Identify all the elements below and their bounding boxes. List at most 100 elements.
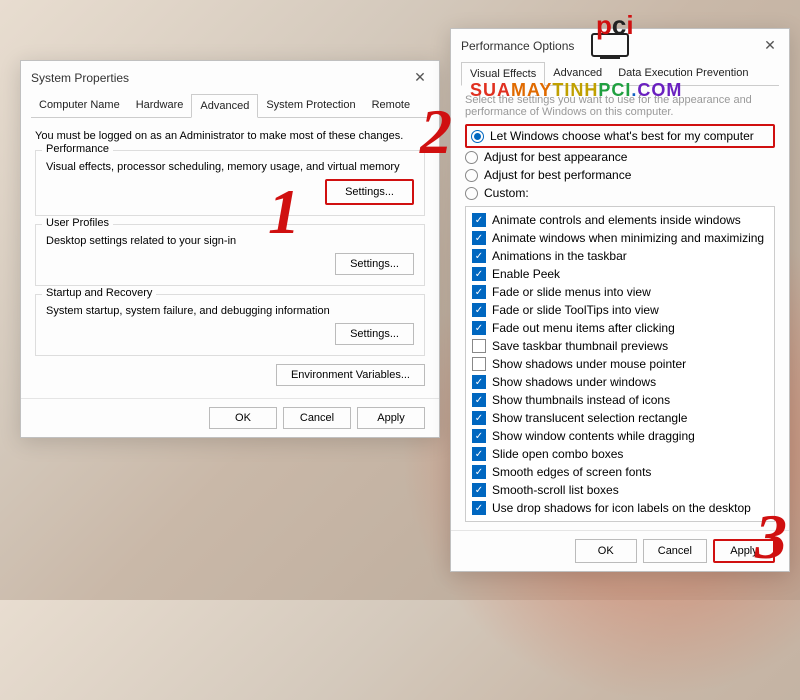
check-label: Show thumbnails instead of icons	[492, 393, 670, 407]
perfopts-button-row: OK Cancel Apply	[451, 530, 789, 571]
checkbox-icon	[472, 411, 486, 425]
check-label: Show window contents while dragging	[492, 429, 695, 443]
check-item[interactable]: Fade or slide ToolTips into view	[472, 301, 768, 319]
radio-custom[interactable]: Custom:	[465, 184, 775, 202]
startup-group: Startup and Recovery System startup, sys…	[35, 294, 425, 356]
performance-settings-button[interactable]: Settings...	[325, 179, 414, 205]
perfopts-content: Select the settings you want to use for …	[451, 86, 789, 530]
check-item[interactable]: Smooth-scroll list boxes	[472, 481, 768, 499]
user-profiles-settings-button[interactable]: Settings...	[335, 253, 414, 275]
close-icon[interactable]: ✕	[761, 37, 779, 54]
check-item[interactable]: Animate controls and elements inside win…	[472, 211, 768, 229]
radio-label: Custom:	[484, 186, 529, 200]
user-profiles-group: User Profiles Desktop settings related t…	[35, 224, 425, 286]
check-label: Fade out menu items after clicking	[492, 321, 675, 335]
startup-legend: Startup and Recovery	[42, 287, 156, 299]
check-item[interactable]: Slide open combo boxes	[472, 445, 768, 463]
tab-computer-name[interactable]: Computer Name	[31, 94, 128, 117]
check-item[interactable]: Show translucent selection rectangle	[472, 409, 768, 427]
check-label: Animate controls and elements inside win…	[492, 213, 741, 227]
check-item[interactable]: Enable Peek	[472, 265, 768, 283]
sysprops-button-row: OK Cancel Apply	[21, 398, 439, 437]
check-item[interactable]: Show shadows under mouse pointer	[472, 355, 768, 373]
check-label: Use drop shadows for icon labels on the …	[492, 501, 751, 515]
check-item[interactable]: Smooth edges of screen fonts	[472, 463, 768, 481]
check-item[interactable]: Fade out menu items after clicking	[472, 319, 768, 337]
checkbox-icon	[472, 447, 486, 461]
perfopts-cancel-button[interactable]: Cancel	[643, 539, 707, 563]
step-2-annotation: 2	[420, 95, 452, 169]
startup-desc: System startup, system failure, and debu…	[46, 305, 414, 317]
sysprops-content: You must be logged on as an Administrato…	[21, 118, 439, 398]
performance-group: Performance Visual effects, processor sc…	[35, 150, 425, 216]
radio-label: Let Windows choose what's best for my co…	[490, 129, 754, 143]
radio-icon	[471, 130, 484, 143]
radio-let-windows-choose[interactable]: Let Windows choose what's best for my co…	[465, 124, 775, 148]
perfopts-ok-button[interactable]: OK	[575, 539, 637, 563]
checkbox-icon	[472, 267, 486, 281]
checkbox-icon	[472, 375, 486, 389]
pci-logo: pci	[580, 10, 640, 63]
system-properties-window: System Properties ✕ Computer Name Hardwa…	[20, 60, 440, 438]
sysprops-titlebar: System Properties ✕	[21, 61, 439, 94]
sysprops-apply-button[interactable]: Apply	[357, 407, 425, 429]
check-label: Save taskbar thumbnail previews	[492, 339, 668, 353]
admin-note: You must be logged on as an Administrato…	[35, 130, 425, 142]
tab-advanced[interactable]: Advanced	[191, 94, 258, 118]
performance-desc: Visual effects, processor scheduling, me…	[46, 161, 414, 173]
watermark-url: SUAMAYTINHPCI.COM	[470, 80, 682, 101]
radio-label: Adjust for best performance	[484, 168, 631, 182]
checkbox-icon	[472, 429, 486, 443]
step-3-annotation: 3	[755, 500, 787, 574]
checkbox-icon	[472, 339, 486, 353]
tab-system-protection[interactable]: System Protection	[258, 94, 363, 117]
visual-effects-list: Animate controls and elements inside win…	[465, 206, 775, 522]
check-label: Fade or slide ToolTips into view	[492, 303, 659, 317]
check-label: Animate windows when minimizing and maxi…	[492, 231, 764, 245]
env-vars-button[interactable]: Environment Variables...	[276, 364, 425, 386]
radio-label: Adjust for best appearance	[484, 150, 627, 164]
sysprops-tabs: Computer Name Hardware Advanced System P…	[31, 94, 429, 118]
tab-remote[interactable]: Remote	[364, 94, 419, 117]
check-item[interactable]: Animations in the taskbar	[472, 247, 768, 265]
checkbox-icon	[472, 285, 486, 299]
startup-settings-button[interactable]: Settings...	[335, 323, 414, 345]
radio-icon	[465, 169, 478, 182]
check-item[interactable]: Show shadows under windows	[472, 373, 768, 391]
check-label: Show shadows under mouse pointer	[492, 357, 686, 371]
checkbox-icon	[472, 357, 486, 371]
check-item[interactable]: Show thumbnails instead of icons	[472, 391, 768, 409]
check-label: Fade or slide menus into view	[492, 285, 651, 299]
close-icon[interactable]: ✕	[411, 69, 429, 86]
checkbox-icon	[472, 213, 486, 227]
checkbox-icon	[472, 321, 486, 335]
radio-icon	[465, 151, 478, 164]
checkbox-icon	[472, 231, 486, 245]
radio-icon	[465, 187, 478, 200]
user-profiles-legend: User Profiles	[42, 217, 113, 229]
check-label: Show shadows under windows	[492, 375, 656, 389]
check-label: Show translucent selection rectangle	[492, 411, 687, 425]
checkbox-icon	[472, 393, 486, 407]
radio-best-appearance[interactable]: Adjust for best appearance	[465, 148, 775, 166]
check-item[interactable]: Animate windows when minimizing and maxi…	[472, 229, 768, 247]
sysprops-cancel-button[interactable]: Cancel	[283, 407, 351, 429]
radio-best-performance[interactable]: Adjust for best performance	[465, 166, 775, 184]
check-label: Enable Peek	[492, 267, 560, 281]
checkbox-icon	[472, 465, 486, 479]
sysprops-ok-button[interactable]: OK	[209, 407, 277, 429]
checkbox-icon	[472, 501, 486, 515]
tab-hardware[interactable]: Hardware	[128, 94, 192, 117]
checkbox-icon	[472, 249, 486, 263]
check-item[interactable]: Fade or slide menus into view	[472, 283, 768, 301]
user-profiles-desc: Desktop settings related to your sign-in	[46, 235, 414, 247]
check-label: Slide open combo boxes	[492, 447, 623, 461]
check-item[interactable]: Save taskbar thumbnail previews	[472, 337, 768, 355]
check-item[interactable]: Show window contents while dragging	[472, 427, 768, 445]
sysprops-title: System Properties	[31, 71, 411, 85]
step-1-annotation: 1	[268, 175, 300, 249]
check-label: Smooth edges of screen fonts	[492, 465, 651, 479]
performance-legend: Performance	[42, 143, 113, 155]
check-item[interactable]: Use drop shadows for icon labels on the …	[472, 499, 768, 517]
check-label: Smooth-scroll list boxes	[492, 483, 619, 497]
